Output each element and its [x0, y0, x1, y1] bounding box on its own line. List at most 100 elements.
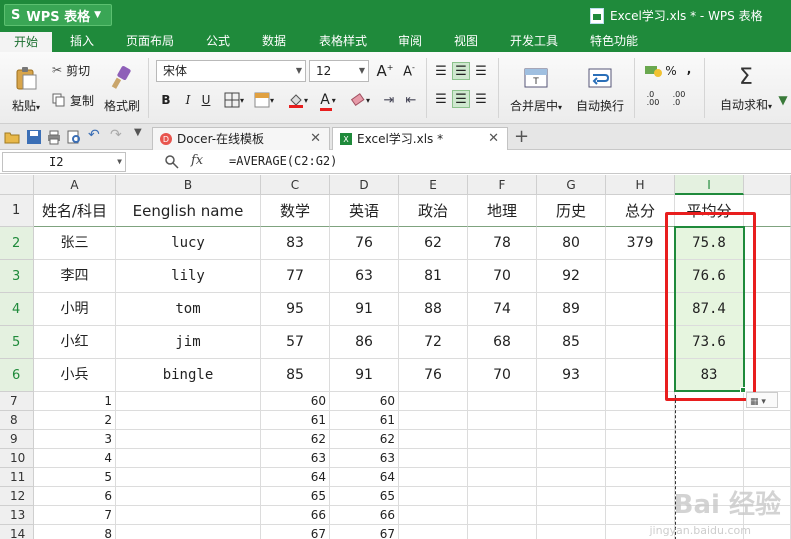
table-cell[interactable]: [399, 411, 468, 430]
table-cell[interactable]: 62: [399, 227, 468, 260]
table-cell[interactable]: [606, 392, 675, 411]
table-cell[interactable]: lucy: [116, 227, 261, 260]
row-header[interactable]: 12: [0, 487, 34, 506]
table-cell[interactable]: [675, 411, 744, 430]
table-cell[interactable]: [399, 430, 468, 449]
table-cell[interactable]: [606, 430, 675, 449]
align-top-button[interactable]: ☰: [432, 62, 450, 80]
undo-icon[interactable]: ↶: [88, 127, 104, 143]
table-cell[interactable]: 2: [34, 411, 116, 430]
filter-button[interactable]: ▼: [776, 90, 790, 110]
tab-excel-file[interactable]: X Excel学习.xls * ✕: [332, 127, 508, 150]
table-cell[interactable]: 74: [468, 293, 537, 326]
table-cell[interactable]: 70: [468, 260, 537, 293]
row-header[interactable]: 14: [0, 525, 34, 539]
table-cell[interactable]: [116, 449, 261, 468]
column-header[interactable]: [744, 175, 791, 195]
table-cell[interactable]: 78: [468, 227, 537, 260]
percent-button[interactable]: %: [664, 62, 678, 80]
tab-docer-templates[interactable]: D Docer-在线模板 ✕: [152, 127, 330, 150]
indent-increase-button[interactable]: ⇥: [380, 90, 398, 110]
average-cell[interactable]: 73.6: [675, 326, 744, 359]
column-header[interactable]: C: [261, 175, 330, 195]
clear-format-button[interactable]: ▾: [346, 90, 374, 110]
table-cell[interactable]: [537, 506, 606, 525]
table-cell[interactable]: 小兵: [34, 359, 116, 392]
table-cell[interactable]: 83: [261, 227, 330, 260]
table-cell[interactable]: 76: [330, 227, 399, 260]
search-icon[interactable]: [164, 154, 180, 170]
add-tab-icon[interactable]: +: [514, 127, 529, 147]
table-cell[interactable]: 张三: [34, 227, 116, 260]
bold-button[interactable]: B: [158, 90, 174, 110]
row-header[interactable]: 8: [0, 411, 34, 430]
table-cell[interactable]: [744, 227, 791, 260]
table-cell[interactable]: 88: [399, 293, 468, 326]
table-cell[interactable]: [468, 506, 537, 525]
tab-data[interactable]: 数据: [252, 30, 296, 52]
row-header[interactable]: 6: [0, 359, 34, 392]
table-cell[interactable]: [537, 449, 606, 468]
table-cell[interactable]: 1: [34, 392, 116, 411]
row-header[interactable]: 4: [0, 293, 34, 326]
header-cell[interactable]: 历史: [537, 195, 606, 227]
table-cell[interactable]: [468, 468, 537, 487]
autosum-button[interactable]: Σ 自动求和▾: [714, 60, 778, 118]
table-cell[interactable]: 6: [34, 487, 116, 506]
row-header[interactable]: 7: [0, 392, 34, 411]
table-cell[interactable]: [675, 449, 744, 468]
average-cell[interactable]: 75.8: [675, 227, 744, 260]
table-cell[interactable]: [468, 430, 537, 449]
table-cell[interactable]: [606, 468, 675, 487]
table-cell[interactable]: 85: [537, 326, 606, 359]
tab-insert[interactable]: 插入: [58, 30, 106, 52]
table-cell[interactable]: [399, 506, 468, 525]
table-cell[interactable]: 60: [261, 392, 330, 411]
italic-button[interactable]: I: [180, 90, 196, 110]
table-cell[interactable]: [468, 392, 537, 411]
column-header[interactable]: F: [468, 175, 537, 195]
decrease-font-button[interactable]: A-: [399, 60, 419, 82]
table-cell[interactable]: 86: [330, 326, 399, 359]
header-cell[interactable]: 政治: [399, 195, 468, 227]
table-cell[interactable]: 77: [261, 260, 330, 293]
table-cell[interactable]: 63: [261, 449, 330, 468]
table-cell[interactable]: 3: [34, 430, 116, 449]
header-cell[interactable]: 英语: [330, 195, 399, 227]
table-cell[interactable]: 81: [399, 260, 468, 293]
app-menu-button[interactable]: S WPS 表格 ▼: [4, 4, 112, 26]
table-cell[interactable]: [116, 487, 261, 506]
header-cell[interactable]: Eenglish name: [116, 195, 261, 227]
redo-icon[interactable]: ↷: [110, 127, 126, 143]
save-icon[interactable]: [26, 129, 42, 145]
align-left-button[interactable]: ☰: [432, 90, 450, 108]
column-header[interactable]: G: [537, 175, 606, 195]
table-cell[interactable]: [606, 260, 675, 293]
row-header[interactable]: 2: [0, 227, 34, 260]
table-cell[interactable]: [537, 411, 606, 430]
table-cell[interactable]: lily: [116, 260, 261, 293]
table-cell[interactable]: [537, 392, 606, 411]
wrap-text-button[interactable]: 自动换行: [572, 60, 628, 118]
merge-center-button[interactable]: T 合并居中▾: [504, 60, 568, 118]
table-cell[interactable]: 57: [261, 326, 330, 359]
table-cell[interactable]: 小明: [34, 293, 116, 326]
autofill-options-button[interactable]: ▦ ▾: [746, 392, 778, 408]
table-cell[interactable]: 61: [330, 411, 399, 430]
align-center-button[interactable]: ☰: [452, 90, 470, 108]
table-cell[interactable]: [468, 411, 537, 430]
tab-special-features[interactable]: 特色功能: [580, 30, 648, 52]
header-cell[interactable]: 地理: [468, 195, 537, 227]
table-cell[interactable]: [399, 487, 468, 506]
table-cell[interactable]: [399, 468, 468, 487]
table-cell[interactable]: bingle: [116, 359, 261, 392]
table-cell[interactable]: [116, 468, 261, 487]
align-middle-button[interactable]: ☰: [452, 62, 470, 80]
increase-font-button[interactable]: A+: [375, 60, 395, 82]
table-cell[interactable]: [399, 449, 468, 468]
tab-review[interactable]: 审阅: [388, 30, 432, 52]
table-cell[interactable]: 379: [606, 227, 675, 260]
name-box[interactable]: I2 ▼: [2, 152, 126, 172]
column-header[interactable]: I: [675, 175, 744, 195]
print-preview-icon[interactable]: [66, 129, 82, 145]
